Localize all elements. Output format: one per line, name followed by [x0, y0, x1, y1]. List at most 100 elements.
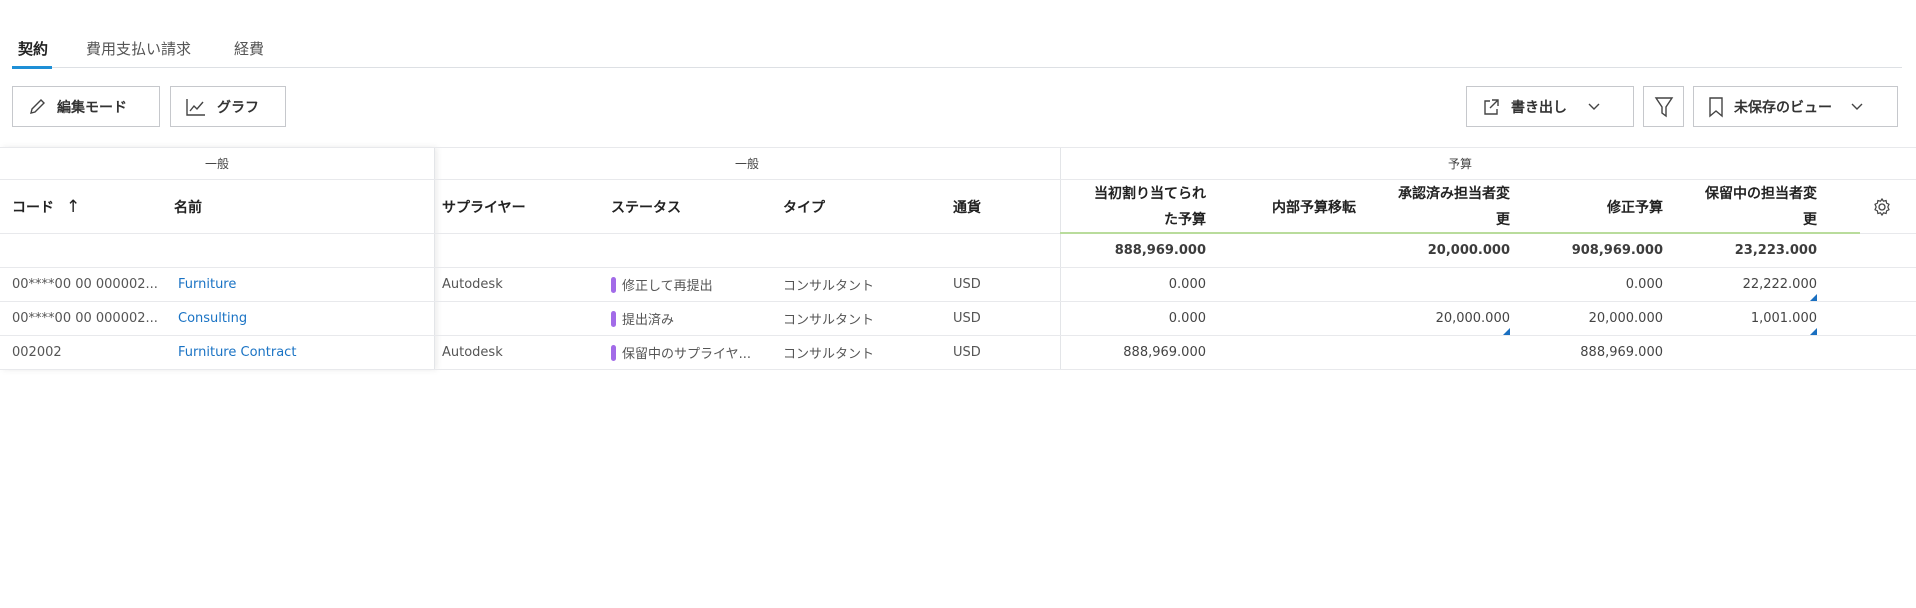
group-header-general: 一般: [204, 156, 229, 171]
active-tab-indicator: [12, 66, 52, 69]
tab-contracts[interactable]: 契約: [18, 38, 48, 59]
comment-marker-icon[interactable]: [1810, 294, 1817, 301]
type-cell-text: コンサルタント: [783, 347, 875, 362]
internal-transfer-cell: [1216, 302, 1356, 335]
comment-marker-icon[interactable]: [1503, 328, 1510, 335]
supplier-cell-text: Autodesk: [442, 277, 503, 292]
supplier-cell-text: Autodesk: [442, 345, 503, 360]
header-line: た予算: [1164, 211, 1206, 228]
column-header-pending-changes[interactable]: 保留中の担当者変更: [1673, 180, 1817, 233]
supplier-cell: Autodesk: [442, 336, 602, 369]
name-link[interactable]: Furniture: [178, 268, 428, 301]
column-header-revised-budget[interactable]: 修正予算: [1523, 180, 1663, 233]
bookmark-icon: [1709, 96, 1723, 117]
internal-transfer-cell: [1216, 336, 1356, 369]
original-budget-cell-text: 0.000: [1168, 311, 1206, 326]
revised-budget-cell-text: 888,969.000: [1580, 345, 1663, 360]
currency-cell-text: USD: [953, 311, 981, 326]
chevron-down-icon: [1588, 103, 1600, 110]
header-line: 保留中の担当者変: [1705, 185, 1817, 202]
table-row[interactable]: 00****00 00 000002... Consulting 提出済み コンサルタ…: [0, 302, 1916, 336]
saved-view-label: 未保存のビュー: [1734, 99, 1832, 116]
name-link-text: Consulting: [178, 311, 248, 326]
status-indicator: [611, 276, 616, 293]
export-button[interactable]: 書き出し: [1466, 86, 1634, 127]
supplier-cell: Autodesk: [442, 268, 602, 301]
original-budget-cell-text: 0.000: [1168, 277, 1206, 292]
column-header-code[interactable]: コード ↑: [12, 180, 162, 233]
type-cell: コンサルタント: [783, 302, 948, 335]
tab-payment-applications[interactable]: 費用支払い請求: [86, 38, 191, 59]
currency-cell-text: USD: [953, 345, 981, 360]
status-indicator: [611, 344, 616, 361]
name-link-text: Furniture Contract: [178, 345, 297, 360]
revised-budget-cell: 0.000: [1523, 268, 1663, 301]
status-cell-text: 提出済み: [622, 313, 675, 328]
column-settings-button[interactable]: [1872, 180, 1896, 233]
original-budget-cell: 0.000: [1066, 268, 1206, 301]
name-link[interactable]: Furniture Contract: [178, 336, 428, 369]
pending-changes-cell: [1673, 336, 1817, 369]
type-cell-text: コンサルタント: [783, 313, 875, 328]
saved-view-dropdown[interactable]: 未保存のビュー: [1693, 86, 1898, 127]
type-cell-text: コンサルタント: [783, 279, 875, 294]
edit-mode-label: 編集モード: [57, 99, 127, 116]
column-header-type[interactable]: タイプ: [783, 180, 943, 233]
type-cell: コンサルタント: [783, 268, 948, 301]
tab-divider: [12, 67, 1902, 68]
code-cell-text: 002002: [12, 345, 62, 360]
table-row[interactable]: 002002 Furniture Contract Autodesk 保留中のサプライ…: [0, 336, 1916, 370]
code-cell: 00****00 00 000002...: [12, 268, 167, 301]
table-row[interactable]: 00****00 00 000002... Furniture Autodesk 修正…: [0, 268, 1916, 302]
currency-cell-text: USD: [953, 277, 981, 292]
comment-marker-icon[interactable]: [1810, 328, 1817, 335]
pending-changes-cell: 22,222.000: [1673, 268, 1817, 301]
header-line: 更: [1496, 211, 1510, 228]
name-link[interactable]: Consulting: [178, 302, 428, 335]
gear-icon: [1874, 197, 1890, 216]
name-link-text: Furniture: [178, 277, 237, 292]
edit-mode-button[interactable]: 編集モード: [12, 86, 160, 127]
revised-budget-cell: 20,000.000: [1523, 302, 1663, 335]
filter-icon: [1654, 96, 1674, 117]
status-indicator: [611, 310, 616, 327]
column-header-currency[interactable]: 通貨: [953, 180, 1053, 233]
chevron-down-icon: [1851, 103, 1863, 110]
pencil-icon: [30, 98, 45, 114]
code-cell: 002002: [12, 336, 167, 369]
approved-changes-cell-text: 20,000.000: [1435, 311, 1510, 326]
supplier-cell: [442, 302, 602, 335]
status-cell: 修正して再提出: [611, 268, 779, 301]
currency-cell: USD: [953, 336, 1053, 369]
code-cell: 00****00 00 000002...: [12, 302, 167, 335]
column-header-internal-transfer[interactable]: 内部予算移転: [1216, 180, 1356, 233]
original-budget-cell: 0.000: [1066, 302, 1206, 335]
code-cell-text: 00****00 00 000002...: [12, 277, 158, 292]
column-header-status[interactable]: ステータス: [611, 180, 771, 233]
code-cell-text: 00****00 00 000002...: [12, 311, 158, 326]
original-budget-cell-text: 888,969.000: [1123, 345, 1206, 360]
column-header-approved-changes[interactable]: 承認済み担当者変更: [1366, 180, 1510, 233]
header-line: 承認済み担当者変: [1398, 185, 1510, 202]
currency-cell: USD: [953, 302, 1053, 335]
tab-expenses[interactable]: 経費: [234, 38, 264, 59]
column-header-original-budget[interactable]: 当初割り当てられ た予算: [1066, 180, 1206, 233]
approved-changes-cell: 20,000.000: [1366, 302, 1510, 335]
graph-button[interactable]: グラフ: [170, 86, 286, 127]
sort-ascending-icon: ↑: [66, 196, 81, 217]
graph-label: グラフ: [217, 99, 259, 116]
group-header-general: 一般: [734, 156, 759, 171]
column-header-name[interactable]: 名前: [174, 180, 374, 233]
approved-changes-cell: [1366, 268, 1510, 301]
column-header-supplier[interactable]: サプライヤー: [442, 180, 602, 233]
code-header-label: コード: [12, 199, 54, 216]
group-header-row: 一般 一般 予算: [0, 147, 1916, 180]
column-header-row: コード ↑ 名前 サプライヤー ステータス タイプ 通貨 当初割り当てられ た予算 …: [0, 180, 1916, 234]
chart-line-icon: [186, 98, 205, 116]
totals-row: 888,969.000 20,000.000 908,969.000 23,22…: [0, 234, 1916, 268]
pending-changes-cell-text: 1,001.000: [1750, 311, 1817, 326]
revised-budget-cell-text: 0.000: [1625, 277, 1663, 292]
total-original-budget: 888,969.000: [1114, 243, 1206, 258]
total-pending-changes: 23,223.000: [1734, 243, 1817, 258]
filter-button[interactable]: [1643, 86, 1684, 127]
